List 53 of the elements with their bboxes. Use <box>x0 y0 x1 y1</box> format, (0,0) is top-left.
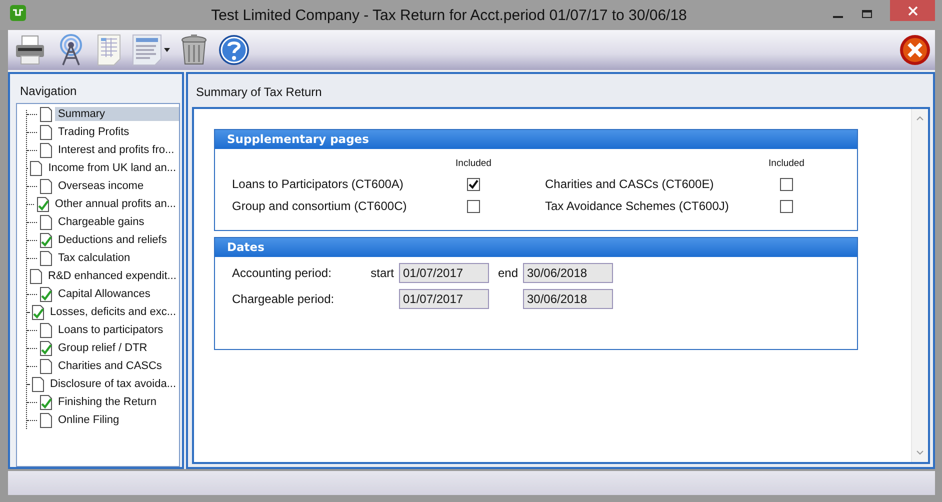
maximize-icon[interactable] <box>861 8 873 20</box>
tree-item[interactable]: Tax calculation <box>55 251 179 265</box>
scroll-up-icon[interactable] <box>916 115 924 121</box>
field-label: Chargeable period: <box>232 292 336 306</box>
tree-item[interactable]: Interest and profits fro... <box>55 143 179 157</box>
tree-item[interactable]: Chargeable gains <box>55 215 179 229</box>
field-label: Loans to Participators (CT600A) <box>232 177 404 191</box>
close-icon <box>906 4 918 16</box>
field-label: Charities and CASCs (CT600E) <box>545 177 715 191</box>
close-button[interactable] <box>890 0 935 21</box>
dropdown-caret-icon[interactable] <box>164 48 170 52</box>
scroll-down-icon[interactable] <box>916 450 924 456</box>
tree-item[interactable]: Capital Allowances <box>55 287 179 301</box>
tree-item[interactable]: Trading Profits <box>55 125 179 139</box>
field-label: Accounting period: <box>232 266 332 280</box>
tree-item[interactable]: Losses, deficits and exc... <box>47 305 179 319</box>
tree-item[interactable]: Overseas income <box>55 179 179 193</box>
panel-title: Navigation <box>19 83 78 100</box>
tree-item[interactable]: Income from UK land an... <box>45 161 179 175</box>
app-icon <box>10 5 26 21</box>
checkbox[interactable] <box>780 200 793 212</box>
tree-item[interactable]: Finishing the Return <box>55 395 179 409</box>
tree-item[interactable]: R&D enhanced expendit... <box>45 269 180 283</box>
group-header: Dates <box>215 238 857 257</box>
window-title: Test Limited Company - Tax Return for Acct.period 01/07/17 to 30/06/18 <box>210 6 688 24</box>
tree-item[interactable]: Loans to participators <box>55 323 179 337</box>
tree-item[interactable]: Other annual profits an... <box>52 197 179 211</box>
field-label: start <box>370 266 394 280</box>
help-icon[interactable] <box>218 34 250 66</box>
tree-item[interactable]: Summary <box>55 107 179 121</box>
exit-icon[interactable] <box>899 34 931 66</box>
date-field[interactable]: 01/07/2017 <box>399 263 489 283</box>
scrollbar[interactable] <box>911 109 928 462</box>
field-label: Tax Avoidance Schemes (CT600J) <box>545 199 730 213</box>
column-header: Included <box>456 158 492 169</box>
checkbox[interactable] <box>467 200 480 212</box>
group-header: Supplementary pages <box>215 130 857 149</box>
tree-item[interactable]: Group relief / DTR <box>55 341 179 355</box>
date-field[interactable]: 30/06/2018 <box>523 263 613 283</box>
printer-icon[interactable] <box>14 35 46 65</box>
tree-item[interactable]: Charities and CASCs <box>55 359 179 373</box>
date-field[interactable]: 30/06/2018 <box>523 289 613 309</box>
checkbox[interactable] <box>780 178 793 190</box>
checkbox[interactable] <box>467 178 480 190</box>
trash-icon[interactable] <box>180 34 208 66</box>
field-label: Group and consortium (CT600C) <box>232 199 408 213</box>
tree-item[interactable]: Deductions and reliefs <box>55 233 179 247</box>
column-header: Included <box>768 158 804 169</box>
tree-item[interactable]: Disclosure of tax avoida... <box>47 377 179 391</box>
field-label: end <box>498 266 518 280</box>
date-field[interactable]: 01/07/2017 <box>399 289 489 309</box>
page-title: Summary of Tax Return <box>195 84 323 101</box>
tree-item[interactable]: Online Filing <box>55 413 179 427</box>
